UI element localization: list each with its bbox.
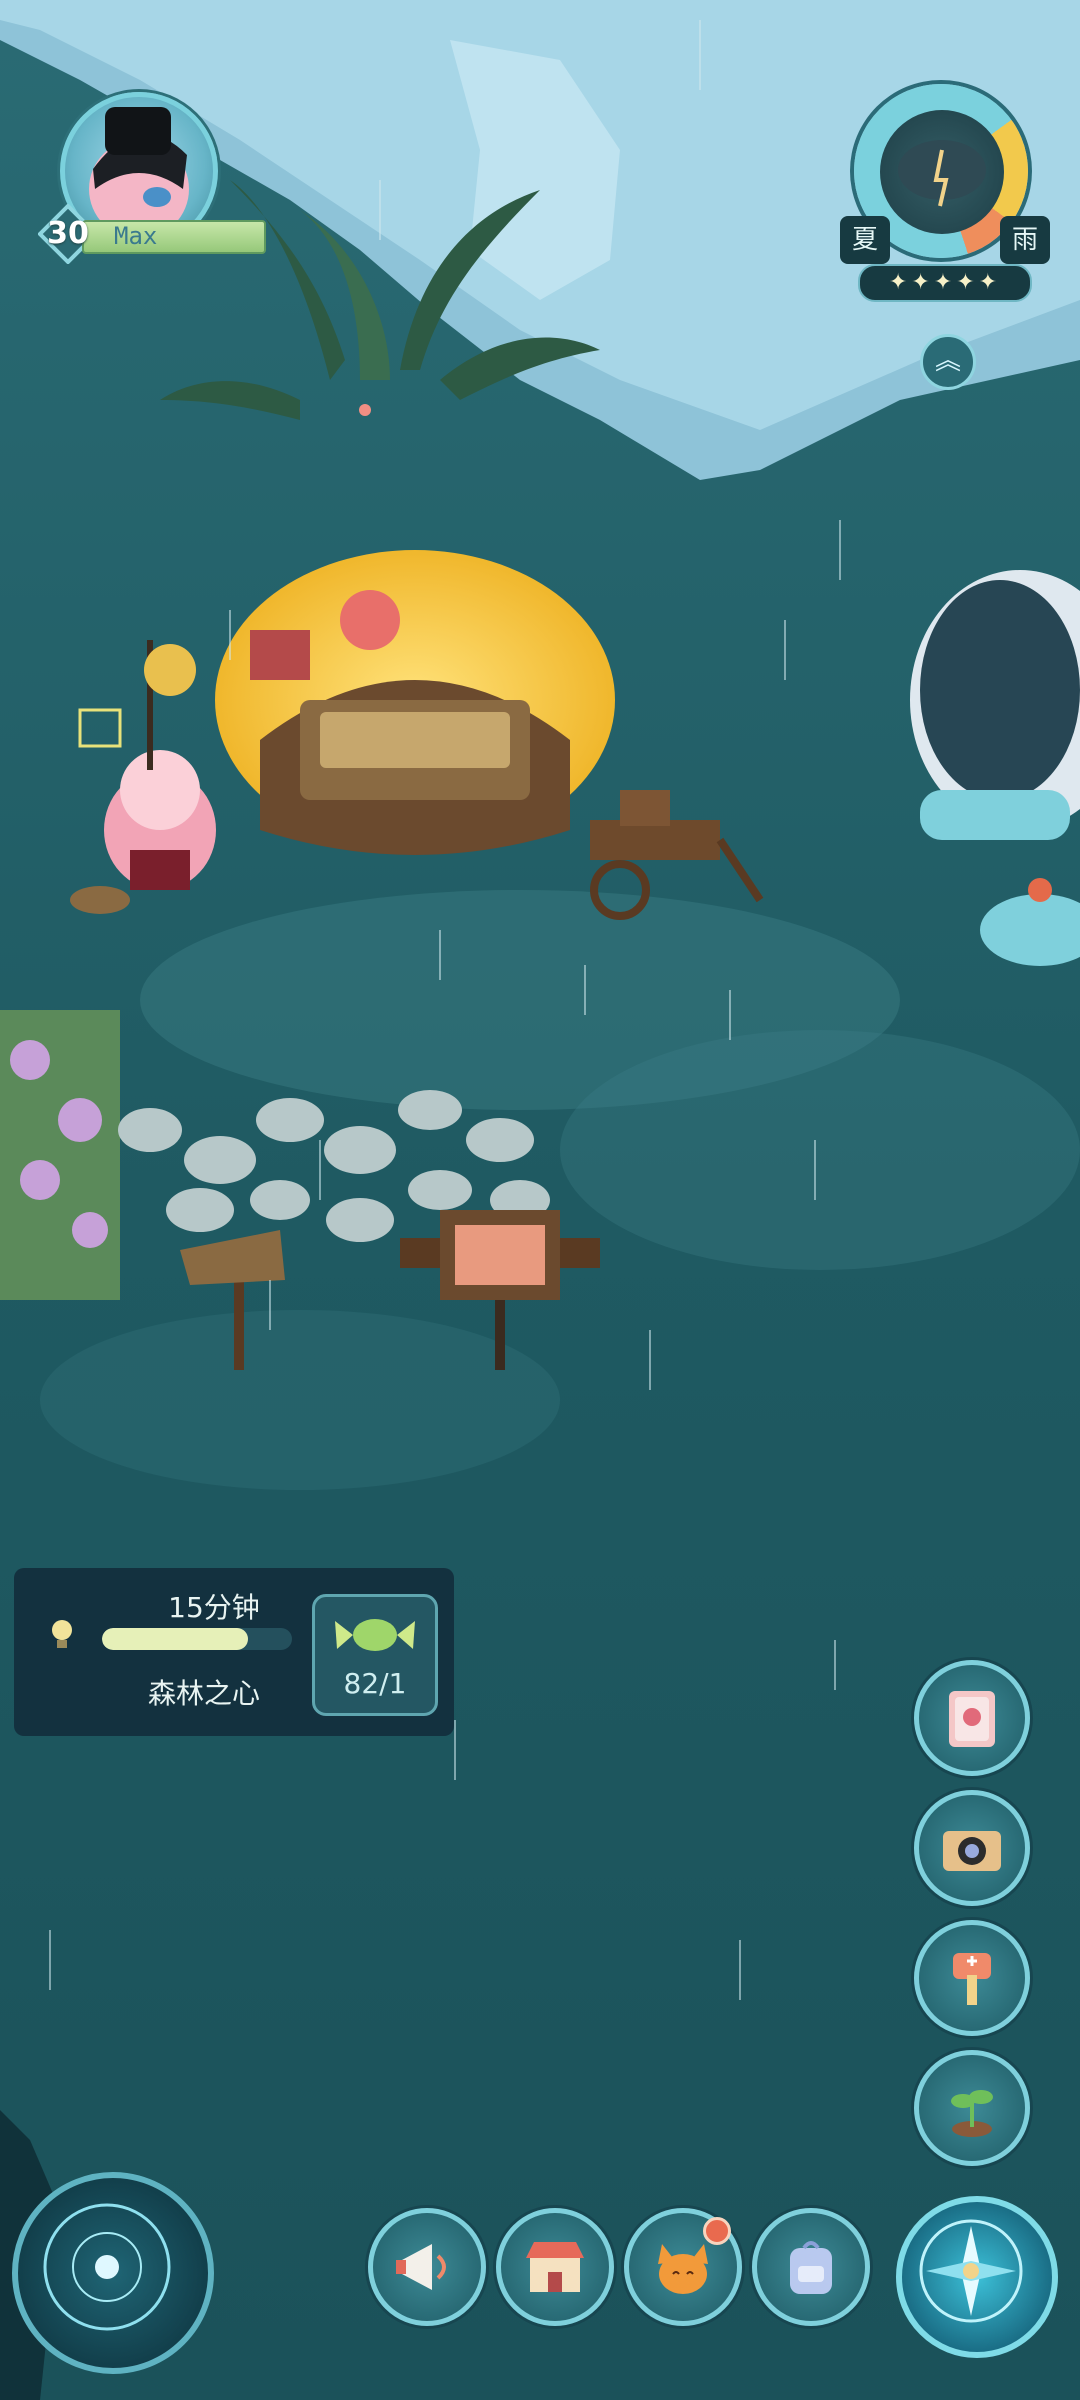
sprout-icon: [951, 2090, 993, 2137]
weather-widget[interactable]: 夏 雨 ✦✦✦✦✦ ︽: [840, 84, 1050, 390]
camera-icon: [943, 1831, 1001, 1871]
compass-icon: [919, 2219, 1023, 2323]
task-progress-bar: [102, 1628, 292, 1650]
player-hud[interactable]: 30 Max: [38, 92, 266, 264]
weather-label: 雨: [1000, 216, 1050, 264]
magic-circle-icon: [43, 2203, 171, 2331]
storm-cloud-icon: [880, 110, 1004, 234]
pet-button[interactable]: [624, 2208, 742, 2326]
candy-icon: [335, 1619, 415, 1651]
shop-button[interactable]: [496, 2208, 614, 2326]
backpack-icon: [790, 2241, 832, 2294]
hammer-button[interactable]: [914, 1920, 1030, 2036]
season-label: 夏: [840, 216, 890, 264]
task-title: 森林之心: [147, 1677, 260, 1710]
backpack-button[interactable]: [752, 2208, 870, 2326]
notification-dot: [703, 2217, 731, 2245]
reward-count: 82/1: [343, 1667, 407, 1700]
shop-icon: [526, 2242, 584, 2292]
task-panel[interactable]: 15分钟 森林之心 82/1: [14, 1568, 454, 1736]
hammer-icon: [953, 1953, 991, 2005]
megaphone-icon: [396, 2244, 446, 2290]
compass-button[interactable]: [896, 2196, 1058, 2358]
task-time-remaining: 15分钟: [168, 1591, 260, 1624]
lilac-bush: [0, 1010, 120, 1300]
player-level: 30: [47, 216, 89, 251]
plant-button[interactable]: [914, 2050, 1030, 2166]
book-button[interactable]: [914, 1660, 1030, 1776]
magic-circle-button[interactable]: [12, 2172, 214, 2374]
player-name: Max: [114, 222, 158, 250]
expand-up-icon[interactable]: ︽: [920, 334, 976, 390]
announcement-button[interactable]: [368, 2208, 486, 2326]
name-bar: [82, 220, 266, 254]
camera-button[interactable]: [914, 1790, 1030, 1906]
book-icon: [949, 1691, 995, 1747]
fox-icon: [658, 2244, 708, 2294]
reward-slot[interactable]: 82/1: [312, 1594, 438, 1716]
weather-stars: ✦✦✦✦✦: [858, 264, 1032, 302]
lightbulb-icon: [52, 1620, 72, 1648]
task-progress-fill: [102, 1628, 249, 1650]
